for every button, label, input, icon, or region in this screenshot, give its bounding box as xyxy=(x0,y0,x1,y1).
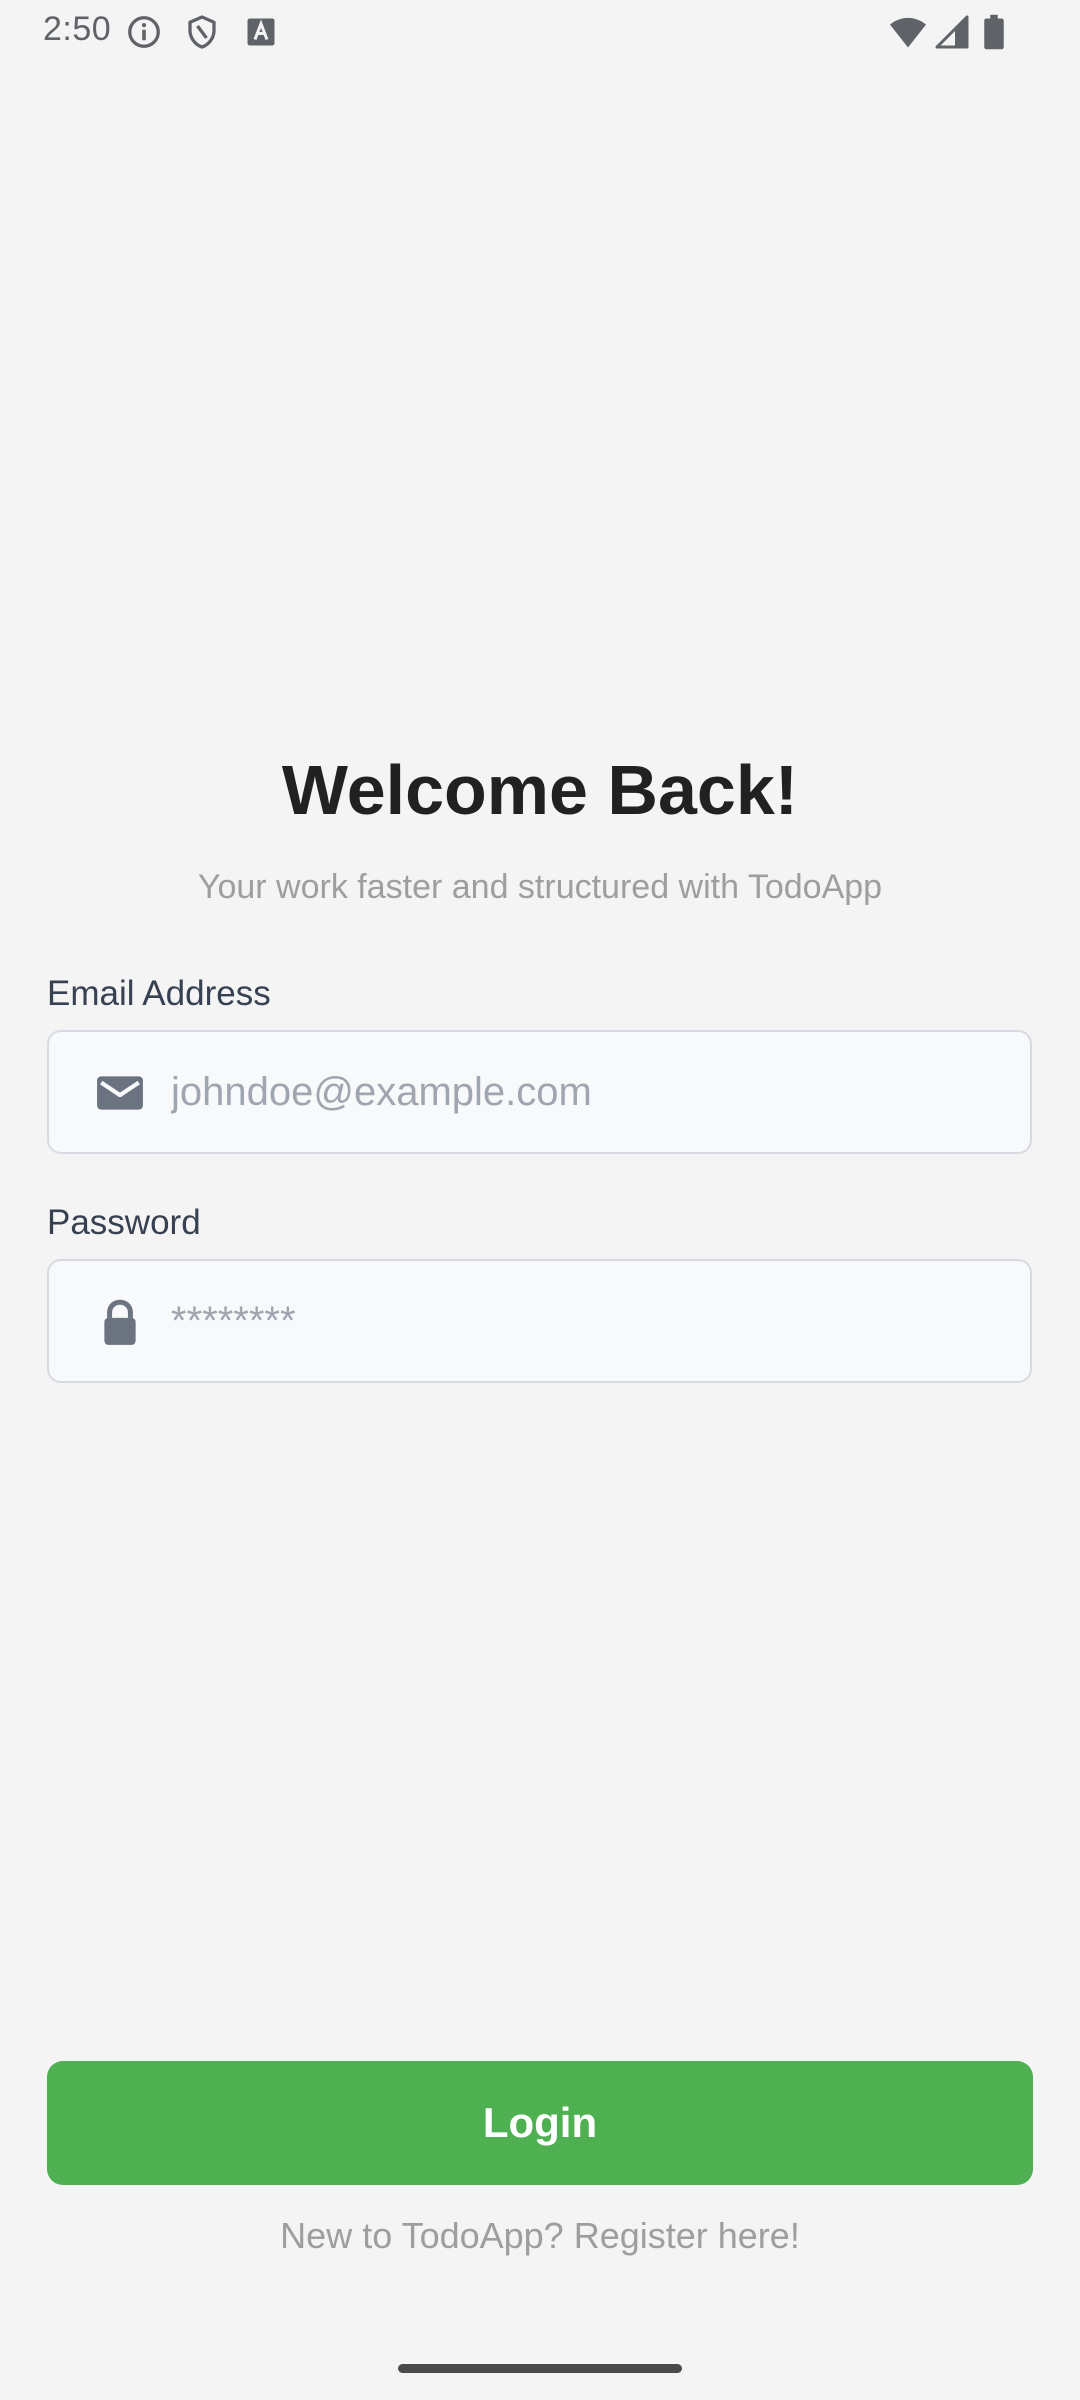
email-field[interactable] xyxy=(47,1030,1032,1154)
login-button[interactable]: Login xyxy=(47,2061,1033,2185)
password-input[interactable] xyxy=(171,1261,1011,1381)
page-subtitle: Your work faster and structured with Tod… xyxy=(197,868,883,906)
wifi-icon xyxy=(890,17,926,48)
cellular-signal-icon xyxy=(935,15,969,49)
home-indicator[interactable] xyxy=(398,2364,682,2373)
accessibility-a-icon xyxy=(247,18,275,46)
password-label: Password xyxy=(47,1203,201,1242)
page-title: Welcome Back! xyxy=(281,751,799,829)
status-time: 2:50 xyxy=(43,10,112,48)
battery-icon xyxy=(984,14,1004,50)
email-label: Email Address xyxy=(47,974,271,1013)
envelope-icon xyxy=(97,1076,143,1110)
status-bar: 2:50 xyxy=(0,0,1080,62)
shield-icon xyxy=(188,15,216,49)
lock-icon xyxy=(104,1299,136,1345)
password-field[interactable] xyxy=(47,1259,1032,1383)
info-icon xyxy=(128,16,160,48)
email-input[interactable] xyxy=(171,1032,1011,1152)
register-link[interactable]: New to TodoApp? Register here! xyxy=(0,2215,1080,2257)
